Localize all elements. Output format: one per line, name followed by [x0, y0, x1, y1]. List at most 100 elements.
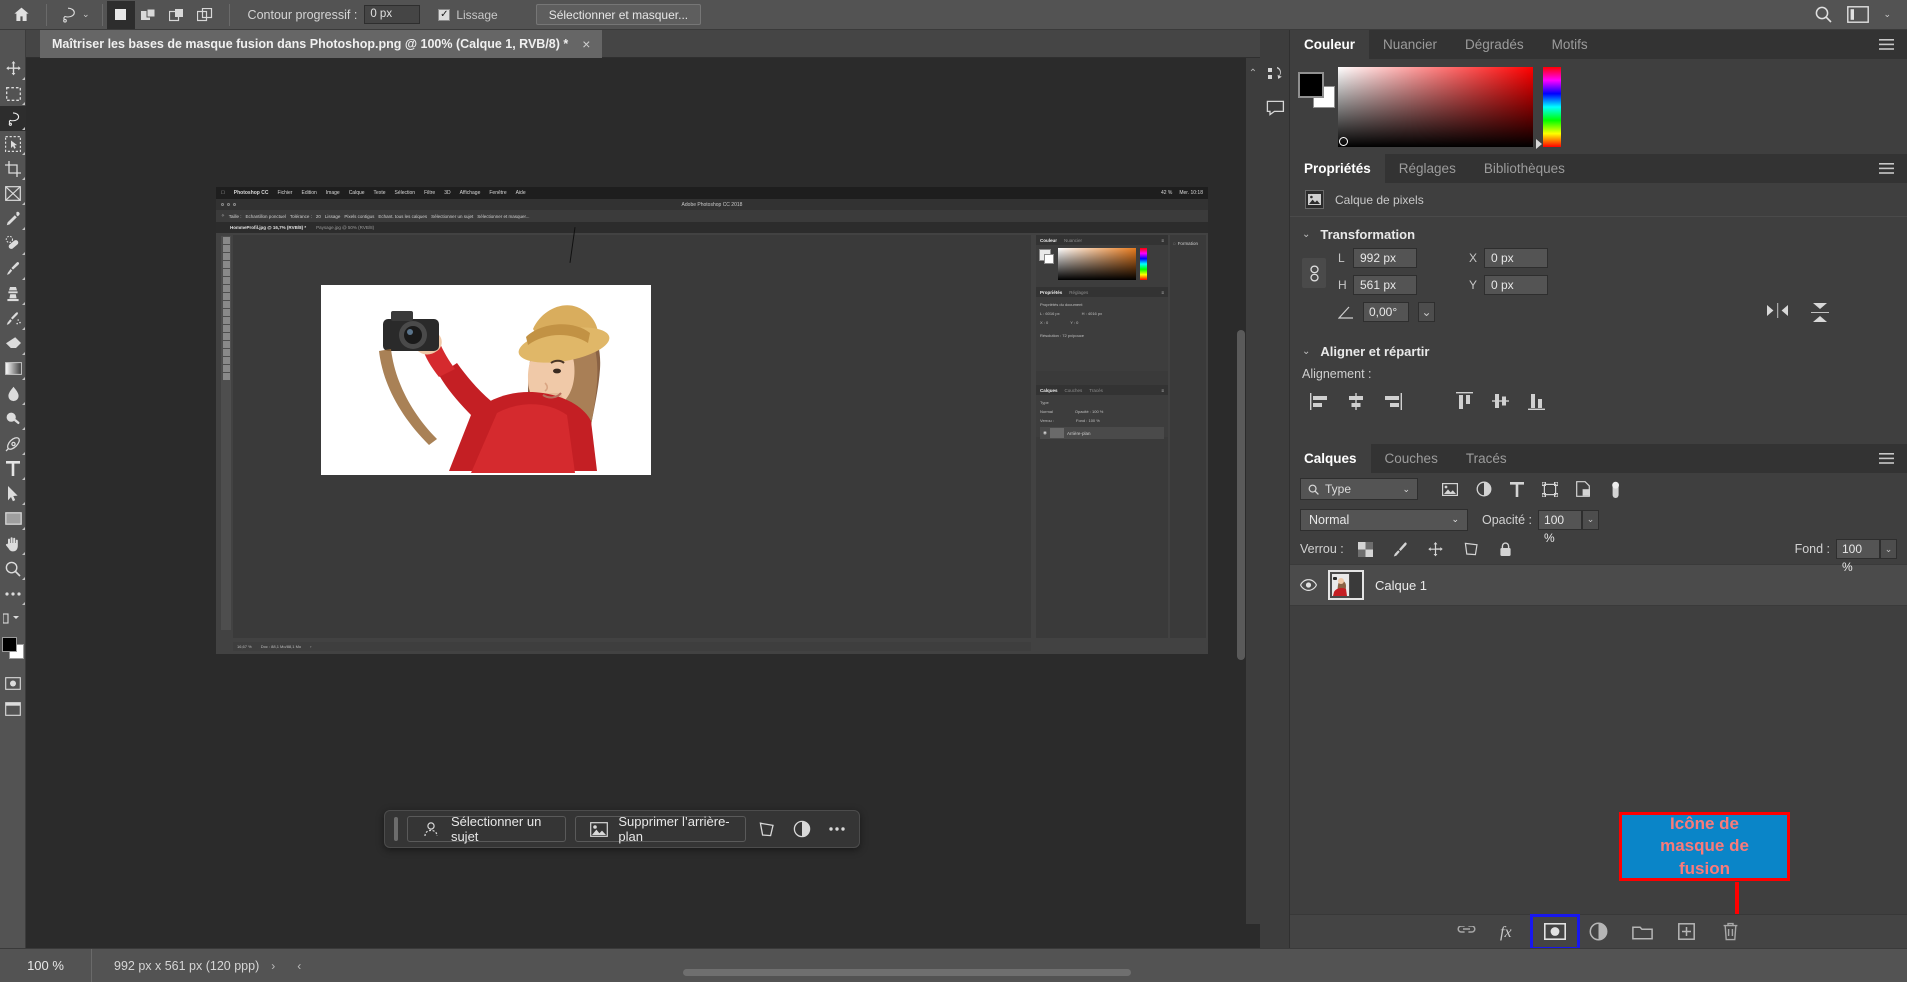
- chevron-down-icon[interactable]: ⌄: [1418, 302, 1435, 322]
- add-layer-mask-icon[interactable]: [1529, 913, 1580, 950]
- panel-menu-icon[interactable]: [1866, 30, 1907, 59]
- chevron-down-icon[interactable]: ⌄: [82, 9, 90, 20]
- adjustment-layer-icon[interactable]: [789, 816, 815, 842]
- document-tab[interactable]: Maîtriser les bases de masque fusion dan…: [40, 30, 603, 58]
- tab-reglages[interactable]: Réglages: [1385, 154, 1470, 183]
- chevron-down-icon[interactable]: ⌄: [1302, 229, 1310, 240]
- workspace-icon[interactable]: [1847, 6, 1870, 23]
- eraser-tool[interactable]: [0, 331, 26, 356]
- transformation-section-header[interactable]: ⌄ Transformation: [1290, 217, 1907, 248]
- align-left-icon[interactable]: [1302, 388, 1338, 414]
- chevron-down-icon[interactable]: ⌄: [1582, 509, 1600, 530]
- more-tools-button[interactable]: [0, 581, 26, 606]
- canvas-area[interactable]:  Photoshop CC Fichier Edition Image Cal…: [26, 58, 1260, 924]
- quick-mask-button[interactable]: [0, 671, 26, 696]
- delete-layer-icon[interactable]: [1709, 917, 1753, 947]
- eyedropper-tool[interactable]: [0, 206, 26, 231]
- frame-tool[interactable]: [0, 181, 26, 206]
- layer-thumbnail[interactable]: [1328, 570, 1364, 600]
- blend-mode-select[interactable]: Normal ⌄: [1300, 508, 1468, 531]
- opacity-input[interactable]: 100 %: [1538, 509, 1583, 545]
- tab-nuancier[interactable]: Nuancier: [1369, 30, 1451, 59]
- align-center-h-icon[interactable]: [1338, 388, 1374, 414]
- chevron-left-icon[interactable]: ‹: [297, 959, 301, 973]
- healing-brush-tool[interactable]: [0, 231, 26, 256]
- angle-input[interactable]: 0,00°: [1363, 302, 1409, 322]
- dodge-tool[interactable]: [0, 406, 26, 431]
- type-tool[interactable]: [0, 456, 26, 481]
- zoom-tool[interactable]: [0, 556, 26, 581]
- color-swatches[interactable]: [1298, 72, 1338, 110]
- lock-image-pixels-icon[interactable]: [1393, 541, 1408, 557]
- remove-background-button[interactable]: Supprimer l’arrière-plan: [574, 814, 746, 844]
- hand-tool[interactable]: [0, 531, 26, 556]
- tab-calques[interactable]: Calques: [1290, 444, 1371, 473]
- select-and-mask-button[interactable]: Sélectionner et masquer...: [535, 4, 702, 25]
- panel-menu-icon[interactable]: [1866, 444, 1907, 473]
- align-section-header[interactable]: ⌄ Aligner et répartir: [1290, 328, 1907, 365]
- add-to-selection-button[interactable]: [135, 1, 163, 29]
- layer-row[interactable]: Calque 1: [1290, 564, 1907, 606]
- rectangle-tool[interactable]: [0, 506, 26, 531]
- comment-icon[interactable]: [1260, 94, 1290, 122]
- y-input[interactable]: 0 px: [1484, 275, 1548, 295]
- layer-filter-select[interactable]: Type ⌄: [1300, 478, 1418, 500]
- blur-tool[interactable]: [0, 381, 26, 406]
- flip-horizontal-icon[interactable]: [1767, 302, 1788, 322]
- home-icon[interactable]: [0, 0, 42, 30]
- history-icon[interactable]: [1260, 60, 1290, 88]
- transform-icon[interactable]: [755, 816, 781, 842]
- lock-artboard-nesting-icon[interactable]: [1463, 542, 1479, 556]
- eye-icon[interactable]: [1300, 579, 1317, 591]
- foreground-color-swatch[interactable]: [1298, 72, 1324, 98]
- foreground-color-swatch[interactable]: [2, 637, 17, 652]
- canvas-vertical-scrollbar[interactable]: [1237, 330, 1245, 660]
- tab-proprietes[interactable]: Propriétés: [1290, 154, 1385, 183]
- new-layer-icon[interactable]: [1665, 917, 1709, 947]
- chevron-down-icon[interactable]: ⌄: [1880, 539, 1897, 559]
- chevron-down-icon[interactable]: ⌄: [1402, 484, 1410, 495]
- subtract-from-selection-button[interactable]: [163, 1, 191, 29]
- more-options-icon[interactable]: [824, 816, 850, 842]
- tab-bibliotheques[interactable]: Bibliothèques: [1470, 154, 1579, 183]
- active-tool-lasso-icon[interactable]: ⌄: [51, 0, 98, 30]
- align-bottom-icon[interactable]: [1518, 388, 1554, 414]
- edit-toolbar-button[interactable]: [0, 606, 26, 631]
- flip-vertical-icon[interactable]: [1811, 302, 1829, 322]
- move-tool[interactable]: [0, 56, 26, 81]
- drag-handle[interactable]: [394, 817, 399, 841]
- hue-strip[interactable]: [1543, 67, 1561, 147]
- align-right-icon[interactable]: [1374, 388, 1410, 414]
- tab-degrades[interactable]: Dégradés: [1451, 30, 1538, 59]
- object-selection-tool[interactable]: [0, 131, 26, 156]
- lasso-tool[interactable]: [0, 106, 26, 131]
- x-input[interactable]: 0 px: [1484, 248, 1548, 268]
- height-input[interactable]: 561 px: [1353, 275, 1417, 295]
- lock-position-icon[interactable]: [1428, 541, 1443, 557]
- filter-toggle-icon[interactable]: [1609, 480, 1622, 499]
- panel-menu-icon[interactable]: [1866, 154, 1907, 183]
- lock-transparent-pixels-icon[interactable]: [1357, 541, 1373, 557]
- intersect-with-selection-button[interactable]: [191, 1, 219, 29]
- screen-mode-button[interactable]: [0, 696, 26, 721]
- rectangular-marquee-tool[interactable]: [0, 81, 26, 106]
- close-icon[interactable]: ×: [582, 36, 590, 52]
- align-center-v-icon[interactable]: [1482, 388, 1518, 414]
- search-icon[interactable]: [1814, 5, 1833, 24]
- path-selection-tool[interactable]: [0, 481, 26, 506]
- new-selection-button[interactable]: [106, 0, 135, 29]
- align-top-icon[interactable]: [1446, 388, 1482, 414]
- color-picker-area[interactable]: [1290, 59, 1907, 154]
- new-group-icon[interactable]: [1621, 917, 1665, 947]
- clone-stamp-tool[interactable]: [0, 281, 26, 306]
- lock-all-icon[interactable]: [1499, 541, 1512, 557]
- chevron-down-icon[interactable]: ⌄: [1883, 9, 1891, 20]
- brush-tool[interactable]: [0, 256, 26, 281]
- width-input[interactable]: 992 px: [1353, 248, 1417, 268]
- tab-couches[interactable]: Couches: [1371, 444, 1452, 473]
- antialias-checkbox[interactable]: ✓ Lissage: [438, 8, 498, 22]
- chevron-right-icon[interactable]: ›: [271, 959, 275, 973]
- select-subject-button[interactable]: Sélectionner un sujet: [407, 814, 566, 844]
- filter-shape-icon[interactable]: [1542, 481, 1558, 497]
- saturation-value-field[interactable]: [1338, 67, 1533, 147]
